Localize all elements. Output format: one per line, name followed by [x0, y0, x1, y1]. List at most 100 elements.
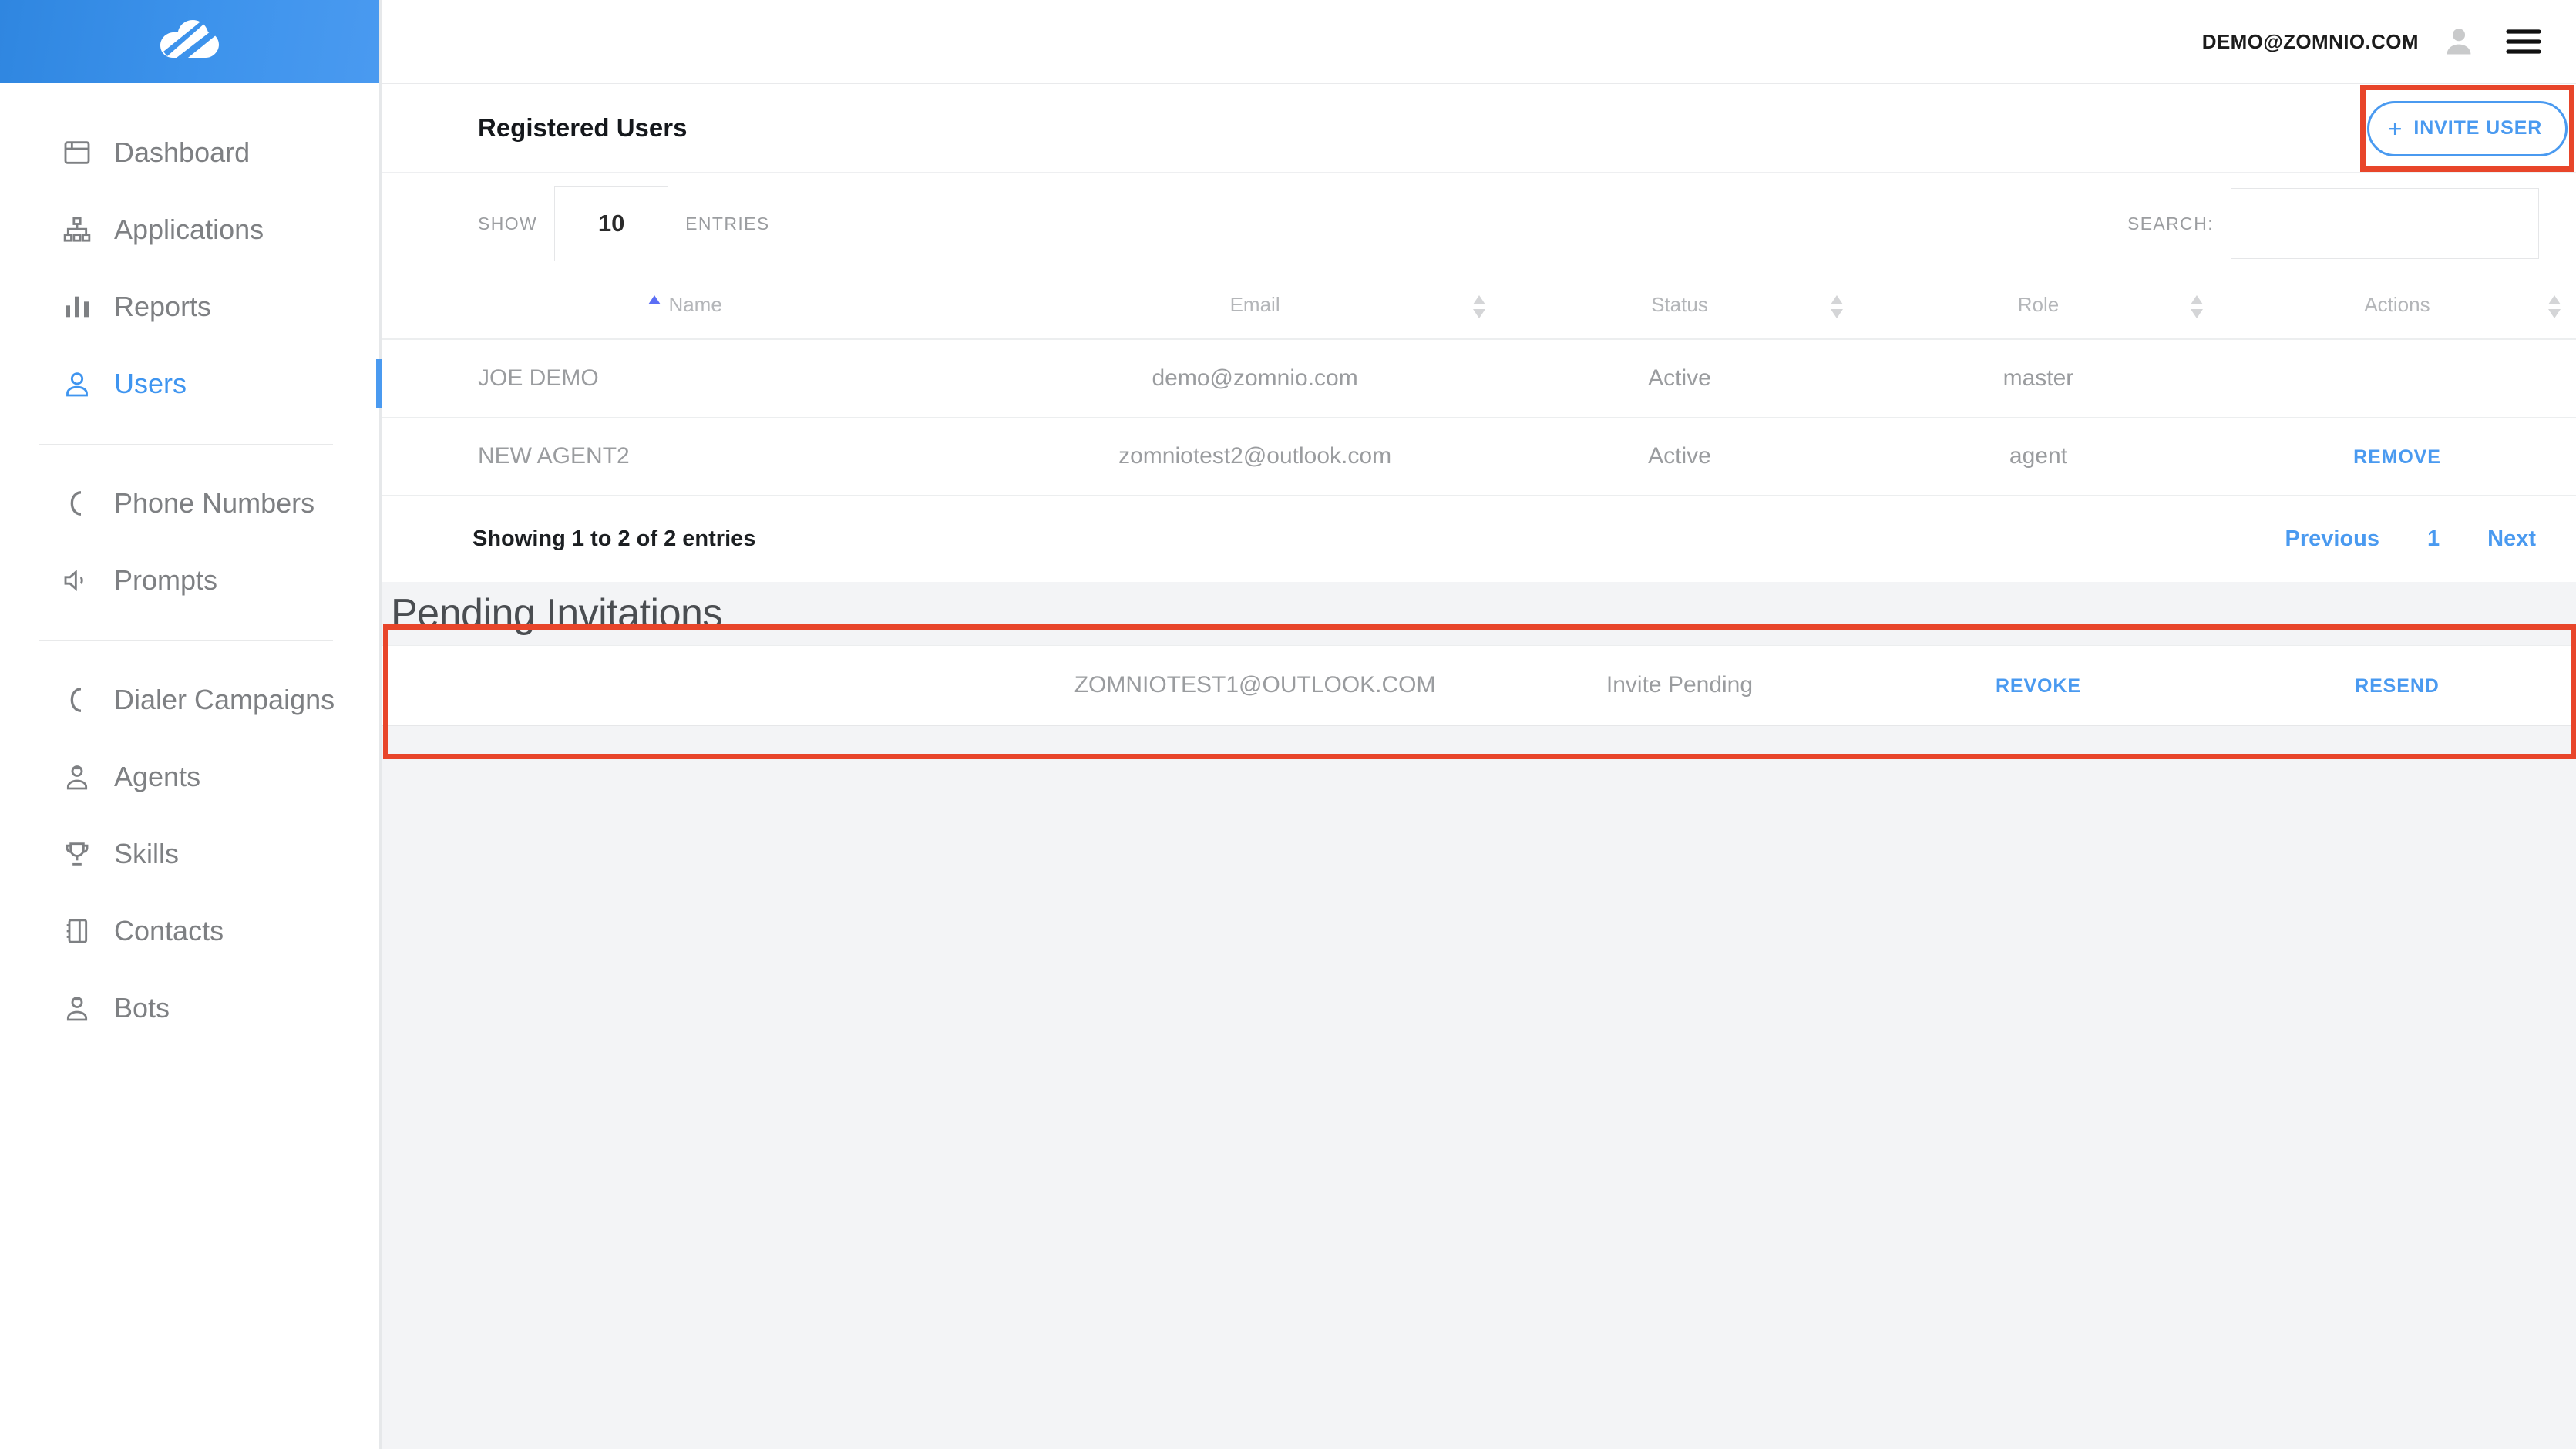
hamburger-icon[interactable] — [2505, 27, 2542, 56]
search-input[interactable] — [2231, 188, 2539, 259]
sidebar-item-bots[interactable]: Bots — [0, 970, 379, 1047]
user-icon — [60, 367, 94, 401]
sidebar: Dashboard Applications Reports Users Pho… — [0, 0, 382, 1449]
pending-cell-name — [382, 646, 1010, 726]
phone-icon — [60, 486, 94, 520]
app-root: Dashboard Applications Reports Users Pho… — [0, 0, 2576, 1449]
sidebar-nav: Dashboard Applications Reports Users Pho… — [0, 83, 382, 1047]
cell-status: Active — [1500, 417, 1858, 496]
remove-button[interactable]: REMOVE — [2353, 446, 2441, 468]
sidebar-item-reports[interactable]: Reports — [0, 268, 379, 345]
search-label: SEARCH: — [2127, 213, 2214, 234]
card-header: Registered Users + INVITE USER — [382, 84, 2576, 173]
bar-chart-icon — [60, 290, 94, 324]
sort-icon[interactable] — [2189, 294, 2204, 320]
table-footer: Showing 1 to 2 of 2 entries Previous 1 N… — [382, 496, 2576, 582]
table-header-row: Name Email Status Role Actions — [382, 274, 2576, 340]
sidebar-divider-1 — [39, 444, 333, 445]
pending-cell-revoke: REVOKE — [1858, 646, 2218, 726]
sidebar-logo[interactable] — [0, 0, 379, 83]
pending-row[interactable]: ZOMNIOTEST1@OUTLOOK.COM Invite Pending R… — [382, 646, 2576, 726]
sort-icon[interactable] — [1471, 294, 1487, 320]
invite-user-button[interactable]: + INVITE USER — [2366, 100, 2568, 156]
pending-invitations-title: Pending Invitations — [391, 591, 722, 636]
invite-user-highlight: + INVITE USER — [2360, 85, 2574, 172]
cell-email: zomniotest2@outlook.com — [1009, 417, 1501, 496]
column-header-role[interactable]: Role — [1858, 274, 2218, 340]
column-header-actions[interactable]: Actions — [2218, 274, 2576, 340]
sidebar-item-applications[interactable]: Applications — [0, 191, 379, 268]
sidebar-item-label: Applications — [114, 213, 264, 245]
phone-icon — [60, 683, 94, 717]
sidebar-divider-2 — [39, 640, 333, 641]
sidebar-item-prompts[interactable]: Prompts — [0, 542, 379, 619]
sidebar-item-dashboard[interactable]: Dashboard — [0, 114, 379, 191]
sort-icon[interactable] — [2547, 294, 2562, 320]
sidebar-item-label: Agents — [114, 761, 201, 792]
pending-table-body: ZOMNIOTEST1@OUTLOOK.COM Invite Pending R… — [382, 646, 2576, 726]
cell-actions — [2218, 339, 2576, 418]
column-header-email-label: Email — [1229, 293, 1280, 316]
sidebar-item-label: Reports — [114, 291, 212, 322]
column-header-actions-label: Actions — [2364, 293, 2430, 316]
revoke-button[interactable]: REVOKE — [1996, 675, 2081, 697]
search-control: SEARCH: — [2127, 188, 2539, 259]
sort-ascending-icon[interactable] — [647, 294, 662, 320]
cell-status: Active — [1500, 339, 1858, 418]
pending-cell-resend: RESEND — [2218, 646, 2576, 726]
sidebar-item-label: Dialer Campaigns — [114, 684, 335, 715]
bot-user-icon — [60, 991, 94, 1025]
sidebar-item-users[interactable]: Users — [0, 345, 382, 422]
sidebar-item-dialer-campaigns[interactable]: Dialer Campaigns — [0, 661, 379, 738]
cloud-swoosh-logo-icon — [160, 20, 219, 61]
previous-page-button[interactable]: Previous — [2285, 526, 2380, 552]
agent-user-icon — [60, 760, 94, 794]
current-user-email: DEMO@ZOMNIO.COM — [2201, 29, 2419, 53]
table-row[interactable]: JOE DEMO demo@zomnio.com Active master — [382, 339, 2576, 418]
sidebar-item-label: Bots — [114, 992, 170, 1024]
sidebar-item-label: Phone Numbers — [114, 487, 315, 519]
avatar-icon[interactable] — [2442, 25, 2476, 59]
speaker-icon — [60, 563, 94, 597]
sidebar-item-contacts[interactable]: Contacts — [0, 893, 379, 970]
table-row[interactable]: NEW AGENT2 zomniotest2@outlook.com Activ… — [382, 417, 2576, 496]
cell-email: demo@zomnio.com — [1009, 339, 1501, 418]
pending-cell-status: Invite Pending — [1500, 646, 1858, 726]
plus-icon: + — [2387, 114, 2403, 143]
column-header-name[interactable]: Name — [382, 274, 1010, 340]
entries-label: ENTRIES — [685, 213, 770, 234]
cell-name: NEW AGENT2 — [382, 417, 1010, 496]
address-book-icon — [60, 914, 94, 948]
page-title: Registered Users — [478, 113, 688, 142]
registered-users-card: Registered Users + INVITE USER SHOW 10 E… — [382, 83, 2576, 582]
sidebar-item-label: Contacts — [114, 915, 224, 946]
trophy-icon — [60, 837, 94, 871]
topbar: DEMO@ZOMNIO.COM — [382, 0, 2576, 83]
entries-select[interactable]: 10 — [554, 186, 669, 261]
sidebar-item-agents[interactable]: Agents — [0, 738, 379, 815]
sidebar-item-skills[interactable]: Skills — [0, 815, 379, 893]
resend-button[interactable]: RESEND — [2355, 675, 2440, 697]
show-entries-control: SHOW 10 ENTRIES — [478, 186, 770, 261]
sitemap-icon — [60, 213, 94, 247]
sidebar-item-label: Prompts — [114, 564, 218, 596]
pending-invitations-table: ZOMNIOTEST1@OUTLOOK.COM Invite Pending R… — [382, 646, 2576, 726]
sidebar-item-label: Users — [114, 368, 187, 399]
table-controls: SHOW 10 ENTRIES SEARCH: — [382, 173, 2576, 274]
pending-cell-email: ZOMNIOTEST1@OUTLOOK.COM — [1009, 646, 1501, 726]
sidebar-active-indicator — [376, 359, 382, 408]
pagination: Previous 1 Next — [2285, 526, 2537, 552]
column-header-email[interactable]: Email — [1009, 274, 1501, 340]
pending-invitations-header: Pending Invitations — [382, 582, 2576, 646]
table-header: Name Email Status Role Actions — [382, 274, 2576, 340]
main-content: DEMO@ZOMNIO.COM Registered Users + INVIT… — [382, 0, 2576, 1449]
sidebar-item-phone-numbers[interactable]: Phone Numbers — [0, 465, 379, 542]
invite-user-label: INVITE USER — [2413, 117, 2543, 139]
sort-icon[interactable] — [1829, 294, 1845, 320]
column-header-name-label: Name — [668, 293, 722, 316]
column-header-status[interactable]: Status — [1500, 274, 1858, 340]
column-header-role-label: Role — [2017, 293, 2060, 316]
page-number-1[interactable]: 1 — [2427, 526, 2440, 552]
sidebar-item-label: Dashboard — [114, 136, 251, 168]
next-page-button[interactable]: Next — [2487, 526, 2536, 552]
